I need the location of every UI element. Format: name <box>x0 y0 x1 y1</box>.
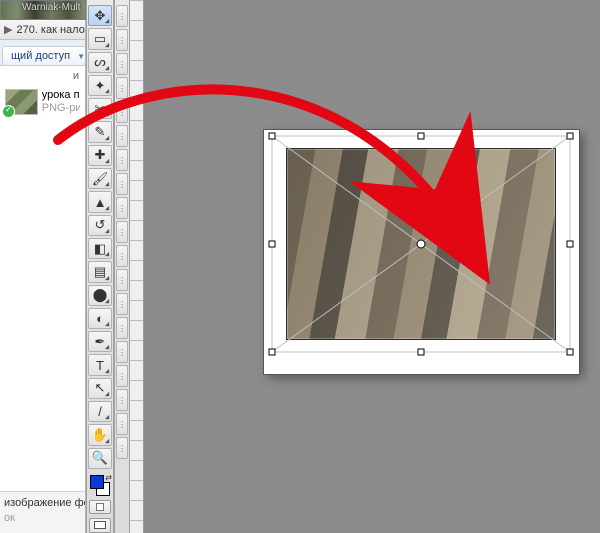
move-tool[interactable]: ✥ <box>88 5 112 26</box>
document-canvas[interactable] <box>264 130 579 374</box>
screen-mode-button[interactable] <box>89 518 111 533</box>
footer-line1: изображение фон <box>4 496 81 510</box>
flyout-handle[interactable]: ⋮ <box>116 293 128 315</box>
zoom-tool[interactable]: 🔍 <box>88 448 112 469</box>
flyout-handle[interactable]: ⋮ <box>116 245 128 267</box>
healing-icon: ✚ <box>95 147 106 163</box>
wand-icon: ✦ <box>95 78 106 94</box>
quick-mask-toggle[interactable] <box>89 500 111 514</box>
move-icon: ✥ <box>95 8 106 24</box>
flyout-handle[interactable]: ⋮ <box>116 5 128 27</box>
flyout-handle[interactable]: ⋮ <box>116 149 128 171</box>
gradient-tool[interactable]: ▤ <box>88 261 112 282</box>
color-swatches[interactable]: ⇄ <box>88 473 112 498</box>
path-select-tool[interactable]: ↖ <box>88 378 112 399</box>
flyout-handle[interactable]: ⋮ <box>116 29 128 51</box>
hand-tool[interactable]: ✋ <box>88 424 112 445</box>
breadcrumb-text: 270. как наложи… <box>16 24 85 36</box>
toolbox-flyout-column: ⋮ ⋮ ⋮ ⋮ ⋮ ⋮ ⋮ ⋮ ⋮ ⋮ ⋮ ⋮ ⋮ ⋮ ⋮ ⋮ ⋮ ⋮ ⋮ <box>114 0 130 533</box>
flyout-handle[interactable]: ⋮ <box>116 269 128 291</box>
breadcrumb[interactable]: ▶ 270. как наложи… <box>0 20 85 40</box>
magic-wand-tool[interactable]: ✦ <box>88 75 112 96</box>
shape-icon: / <box>98 404 102 419</box>
explorer-tabbar: щий доступ ▼ <box>0 40 85 66</box>
shape-tool[interactable]: / <box>88 401 112 422</box>
flyout-handle[interactable]: ⋮ <box>116 365 128 387</box>
explorer-panel: Warniak-Mult ▶ 270. как наложи… щий дост… <box>0 0 86 533</box>
flyout-handle[interactable]: ⋮ <box>116 101 128 123</box>
flyout-handle[interactable]: ⋮ <box>116 389 128 411</box>
healing-tool[interactable]: ✚ <box>88 145 112 166</box>
eyedropper-icon: ✎ <box>95 124 106 140</box>
file-name: урока п <box>42 89 80 102</box>
path-icon: ↖ <box>95 380 106 396</box>
flyout-handle[interactable]: ⋮ <box>116 413 128 435</box>
pen-icon: ✒ <box>95 334 106 350</box>
vertical-ruler[interactable] <box>130 0 144 533</box>
tab-shared-access[interactable]: щий доступ ▼ <box>2 46 85 65</box>
status-footer: изображение фон ок <box>0 491 85 533</box>
lasso-tool[interactable]: ᔕ <box>88 52 112 73</box>
flyout-handle[interactable]: ⋮ <box>116 341 128 363</box>
column-header-fragment: и <box>73 70 79 82</box>
blur-tool[interactable]: ⬤ <box>88 285 112 306</box>
footer-line2: ок <box>4 511 81 525</box>
flyout-handle[interactable]: ⋮ <box>116 125 128 147</box>
toolbox: ✥ ▭ ᔕ ✦ ✂ ✎ ✚ 🖌 ▲ ↺ ◧ ▤ ⬤ ◐ ✒ T ↖ / ✋ 🔍 … <box>86 0 114 533</box>
flyout-handle[interactable]: ⋮ <box>116 77 128 99</box>
flyout-handle[interactable]: ⋮ <box>116 197 128 219</box>
flyout-handle[interactable]: ⋮ <box>116 173 128 195</box>
zoom-icon: 🔍 <box>92 450 108 466</box>
history-brush-tool[interactable]: ↺ <box>88 215 112 236</box>
file-thumbnail: ✓ <box>5 89 38 115</box>
swap-colors-icon[interactable]: ⇄ <box>105 473 112 482</box>
dodge-tool[interactable]: ◐ <box>88 308 112 329</box>
eyedropper-tool[interactable]: ✎ <box>88 121 112 142</box>
foreground-color-swatch[interactable] <box>90 475 104 489</box>
eraser-tool[interactable]: ◧ <box>88 238 112 259</box>
crop-tool[interactable]: ✂ <box>88 98 112 119</box>
flyout-handle[interactable]: ⋮ <box>116 437 128 459</box>
brush-tool[interactable]: 🖌 <box>88 168 112 189</box>
dodge-icon: ◐ <box>96 311 104 326</box>
flyout-handle[interactable]: ⋮ <box>116 221 128 243</box>
history-icon: ↺ <box>95 217 106 233</box>
folder-preview-strip: Warniak-Mult <box>0 0 86 20</box>
window-title-fragment: Warniak-Mult <box>22 2 84 13</box>
tab-label: щий доступ <box>11 50 70 62</box>
type-icon: T <box>96 358 104 373</box>
flyout-handle[interactable]: ⋮ <box>116 317 128 339</box>
sync-check-icon: ✓ <box>5 104 13 115</box>
file-list[interactable]: и ✓ урока п PNG-ри <box>0 66 85 491</box>
app-root: Warniak-Mult ▶ 270. как наложи… щий дост… <box>0 0 600 533</box>
canvas-area[interactable] <box>144 0 600 533</box>
list-item[interactable]: ✓ урока п PNG-ри <box>2 86 83 118</box>
file-type: PNG-ри <box>42 102 80 115</box>
pen-tool[interactable]: ✒ <box>88 331 112 352</box>
flyout-handle[interactable]: ⋮ <box>116 53 128 75</box>
chevron-down-icon: ▼ <box>77 52 85 61</box>
breadcrumb-arrow-icon: ▶ <box>4 23 12 36</box>
crop-icon: ✂ <box>95 101 106 117</box>
stamp-tool[interactable]: ▲ <box>88 191 112 212</box>
type-tool[interactable]: T <box>88 354 112 375</box>
placed-image-layer[interactable] <box>286 148 556 340</box>
file-meta: урока п PNG-ри <box>42 89 80 115</box>
marquee-tool[interactable]: ▭ <box>88 28 112 49</box>
